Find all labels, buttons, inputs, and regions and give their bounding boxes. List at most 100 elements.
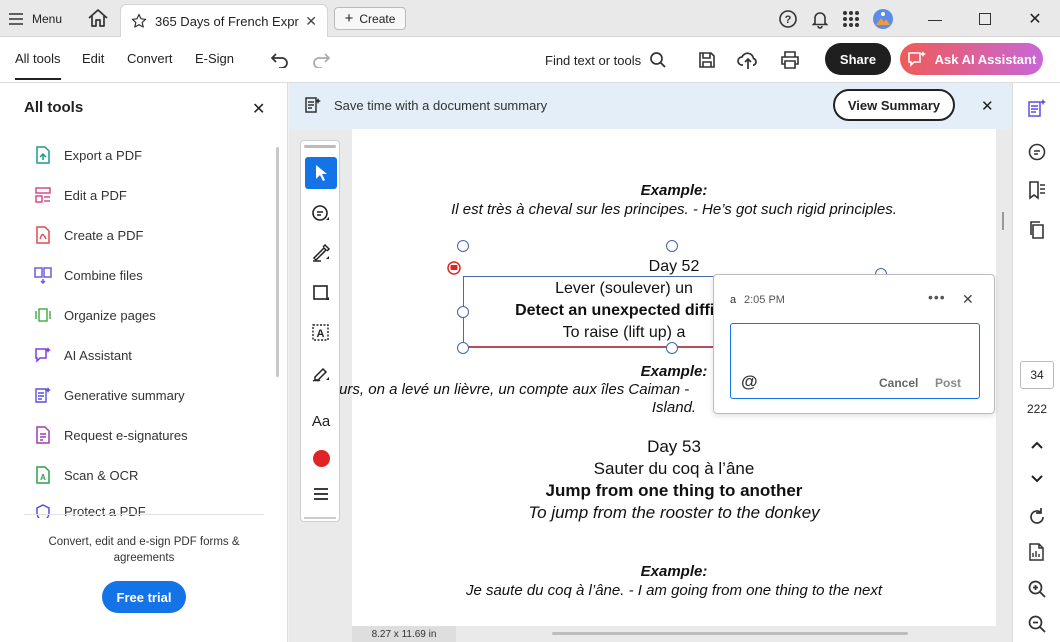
previous-page-button[interactable] — [1025, 433, 1049, 457]
bookmark-icon — [1029, 181, 1045, 200]
undo-icon — [270, 53, 288, 68]
undo-button[interactable] — [268, 48, 292, 72]
window-close-button[interactable]: ✕ — [1010, 0, 1060, 37]
find-label: Find text or tools — [545, 52, 642, 68]
pages-rail-button[interactable] — [1025, 218, 1049, 242]
print-button[interactable] — [778, 48, 802, 72]
generative-summary-icon — [34, 386, 52, 404]
tab-title: 365 Days of French Expr... — [155, 13, 299, 29]
rotate-button[interactable] — [1025, 505, 1049, 529]
tool-item-combine-files[interactable]: Combine files — [34, 264, 143, 286]
tool-item-edit-pdf[interactable]: Edit a PDF — [34, 184, 127, 206]
menu-esign[interactable]: E-Sign — [195, 51, 234, 66]
tool-item-protect-pdf[interactable]: Protect a PDF — [34, 504, 146, 518]
comment-post-button[interactable]: Post — [935, 376, 961, 390]
comment-tool[interactable] — [305, 198, 337, 230]
bookmarks-rail-button[interactable] — [1025, 178, 1049, 202]
selection-handle[interactable] — [666, 240, 678, 252]
avatar[interactable] — [872, 6, 894, 32]
search-icon — [650, 52, 666, 68]
zoom-in-button[interactable] — [1025, 577, 1049, 601]
menu-convert[interactable]: Convert — [127, 51, 173, 66]
ask-ai-button[interactable]: Ask AI Assistant — [900, 43, 1043, 75]
minimize-button[interactable]: — — [910, 0, 960, 37]
upload-button[interactable] — [736, 48, 760, 72]
document-tab[interactable]: 365 Days of French Expr... ✕ — [120, 4, 328, 37]
select-tool[interactable] — [305, 157, 337, 189]
plus-icon: + — [344, 10, 354, 27]
tab-close-icon[interactable]: ✕ — [305, 13, 317, 30]
text-tool[interactable]: Aa — [305, 405, 337, 437]
expression-english: Jump from one thing to another — [545, 481, 803, 500]
hamburger-icon — [9, 13, 23, 25]
tool-item-create-pdf[interactable]: Create a PDF — [34, 224, 143, 246]
more-options-icon[interactable]: ••• — [928, 289, 946, 305]
apps-button[interactable] — [842, 6, 860, 32]
shape-tool[interactable] — [305, 277, 337, 309]
comment-close-icon[interactable]: ✕ — [962, 291, 974, 308]
find-tools[interactable]: Find text or tools — [545, 51, 667, 69]
menu-label: Menu — [32, 12, 63, 26]
tool-item-scan-ocr[interactable]: A Scan & OCR — [34, 464, 138, 486]
selection-handle[interactable] — [457, 342, 469, 354]
sign-tool[interactable] — [305, 357, 337, 389]
comment-rail-icon — [1028, 143, 1046, 161]
text-box-tool[interactable]: A — [305, 317, 337, 349]
star-icon[interactable] — [131, 13, 147, 29]
help-button[interactable]: ? — [778, 6, 798, 32]
maximize-button[interactable] — [960, 0, 1010, 37]
tool-item-label: AI Assistant — [64, 347, 132, 363]
tool-item-label: Generative summary — [64, 387, 185, 403]
comment-input[interactable]: @ Cancel Post — [730, 323, 980, 399]
save-button[interactable] — [695, 48, 719, 72]
tool-item-generative-summary[interactable]: Generative summary — [34, 384, 185, 406]
vertical-scrollbar[interactable] — [1002, 212, 1004, 230]
panel-divider — [24, 514, 264, 515]
highlight-tool[interactable] — [305, 237, 337, 269]
rectangle-icon — [313, 285, 329, 300]
ai-sparkle-icon — [907, 51, 926, 67]
color-picker[interactable] — [305, 442, 337, 474]
current-page-input[interactable]: 34 — [1020, 361, 1054, 389]
print-icon — [781, 51, 799, 69]
view-summary-button[interactable]: View Summary — [833, 89, 955, 121]
redo-button[interactable] — [309, 48, 333, 72]
next-page-button[interactable] — [1025, 467, 1049, 491]
zoom-out-button[interactable] — [1025, 612, 1049, 636]
generative-summary-rail-button[interactable] — [1025, 96, 1049, 120]
selection-handle[interactable] — [666, 342, 678, 354]
tool-item-ai-assistant[interactable]: AI Assistant — [34, 344, 132, 366]
toolbar-drag-handle[interactable] — [304, 145, 336, 148]
selection-handle[interactable] — [457, 240, 469, 252]
tool-item-export-pdf[interactable]: Export a PDF — [34, 144, 142, 166]
page-info-button[interactable] — [1025, 540, 1049, 564]
comment-cancel-button[interactable]: Cancel — [879, 376, 918, 390]
more-tools-button[interactable] — [305, 478, 337, 510]
create-button[interactable]: + Create — [334, 7, 406, 30]
tool-item-request-esignature[interactable]: Request e-signatures — [34, 424, 188, 446]
panel-scrollbar[interactable] — [276, 147, 279, 377]
selected-text-annotation[interactable] — [463, 276, 723, 348]
banner-close-icon[interactable]: ✕ — [981, 97, 994, 115]
title-bar: Menu 365 Days of French Expr... ✕ + Crea… — [0, 0, 1060, 37]
scan-ocr-icon: A — [34, 466, 52, 484]
window-close-icon: ✕ — [1028, 10, 1042, 28]
redo-icon — [313, 53, 331, 68]
menu-all-tools[interactable]: All tools — [15, 51, 61, 80]
menu-button[interactable]: Menu — [8, 8, 62, 30]
notifications-button[interactable] — [810, 6, 830, 32]
home-button[interactable] — [86, 7, 112, 31]
free-trial-button[interactable]: Free trial — [102, 581, 186, 613]
mention-icon[interactable]: @ — [741, 372, 758, 392]
panel-close-icon[interactable]: ✕ — [252, 99, 265, 119]
menu-edit[interactable]: Edit — [82, 51, 104, 66]
horizontal-scrollbar[interactable] — [552, 632, 908, 635]
chevron-up-icon — [1031, 441, 1043, 449]
tool-item-organize-pages[interactable]: Organize pages — [34, 304, 156, 326]
selection-handle[interactable] — [457, 306, 469, 318]
page-info-icon — [1029, 543, 1044, 561]
comments-rail-button[interactable] — [1025, 140, 1049, 164]
share-button[interactable]: Share — [825, 43, 891, 75]
comment-marker-icon[interactable] — [447, 261, 461, 275]
maximize-icon — [979, 12, 991, 25]
